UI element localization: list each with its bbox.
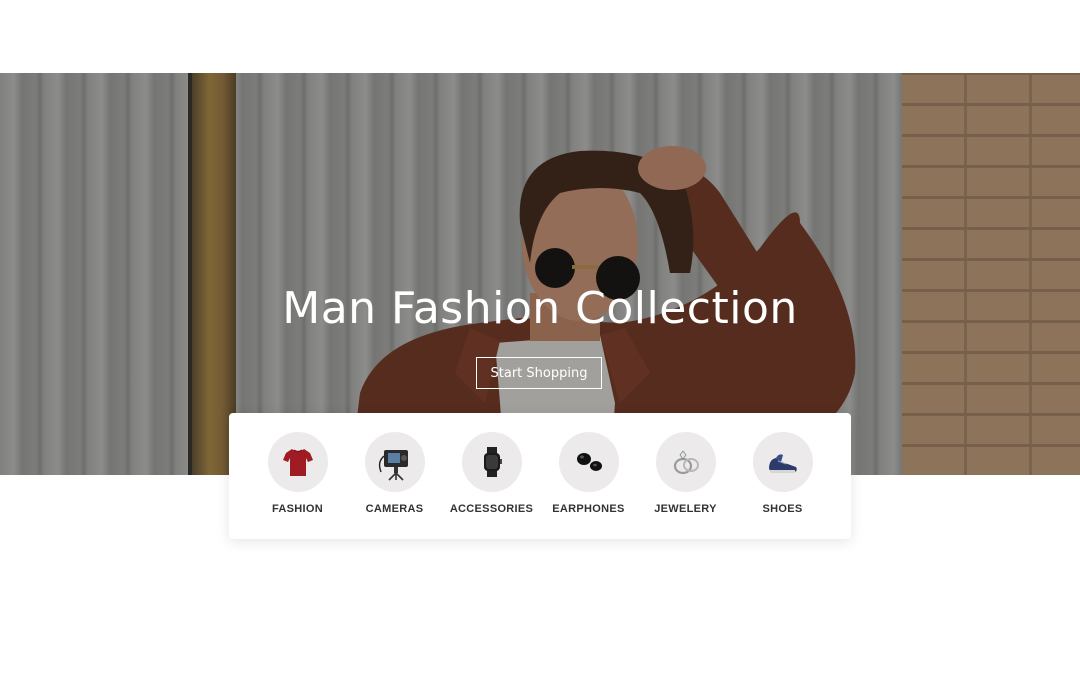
category-earphones[interactable]: EARPHONES xyxy=(541,413,637,515)
category-accessories[interactable]: ACCESSORIES xyxy=(444,413,540,515)
category-label: SHOES xyxy=(762,503,803,515)
category-label: ACCESSORIES xyxy=(449,503,534,515)
category-label: FASHION xyxy=(272,503,323,515)
tshirt-icon xyxy=(267,432,328,492)
category-bar: FASHION CAMERAS ACCESSORIES EARPHONES JE… xyxy=(229,413,851,539)
camera-icon xyxy=(364,432,425,492)
category-jewelery[interactable]: JEWELERY xyxy=(638,413,734,515)
smartwatch-icon xyxy=(461,432,522,492)
ring-icon xyxy=(655,432,716,492)
category-cameras[interactable]: CAMERAS xyxy=(347,413,443,515)
category-label: CAMERAS xyxy=(365,503,424,515)
category-shoes[interactable]: SHOES xyxy=(735,413,831,515)
shoe-icon xyxy=(752,432,813,492)
category-label: EARPHONES xyxy=(552,503,625,515)
earbuds-icon xyxy=(558,432,619,492)
category-label: JEWELERY xyxy=(654,503,717,515)
category-fashion[interactable]: FASHION xyxy=(250,413,346,515)
hero-title: Man Fashion Collection xyxy=(282,283,798,334)
start-shopping-button[interactable]: Start Shopping xyxy=(476,357,602,389)
